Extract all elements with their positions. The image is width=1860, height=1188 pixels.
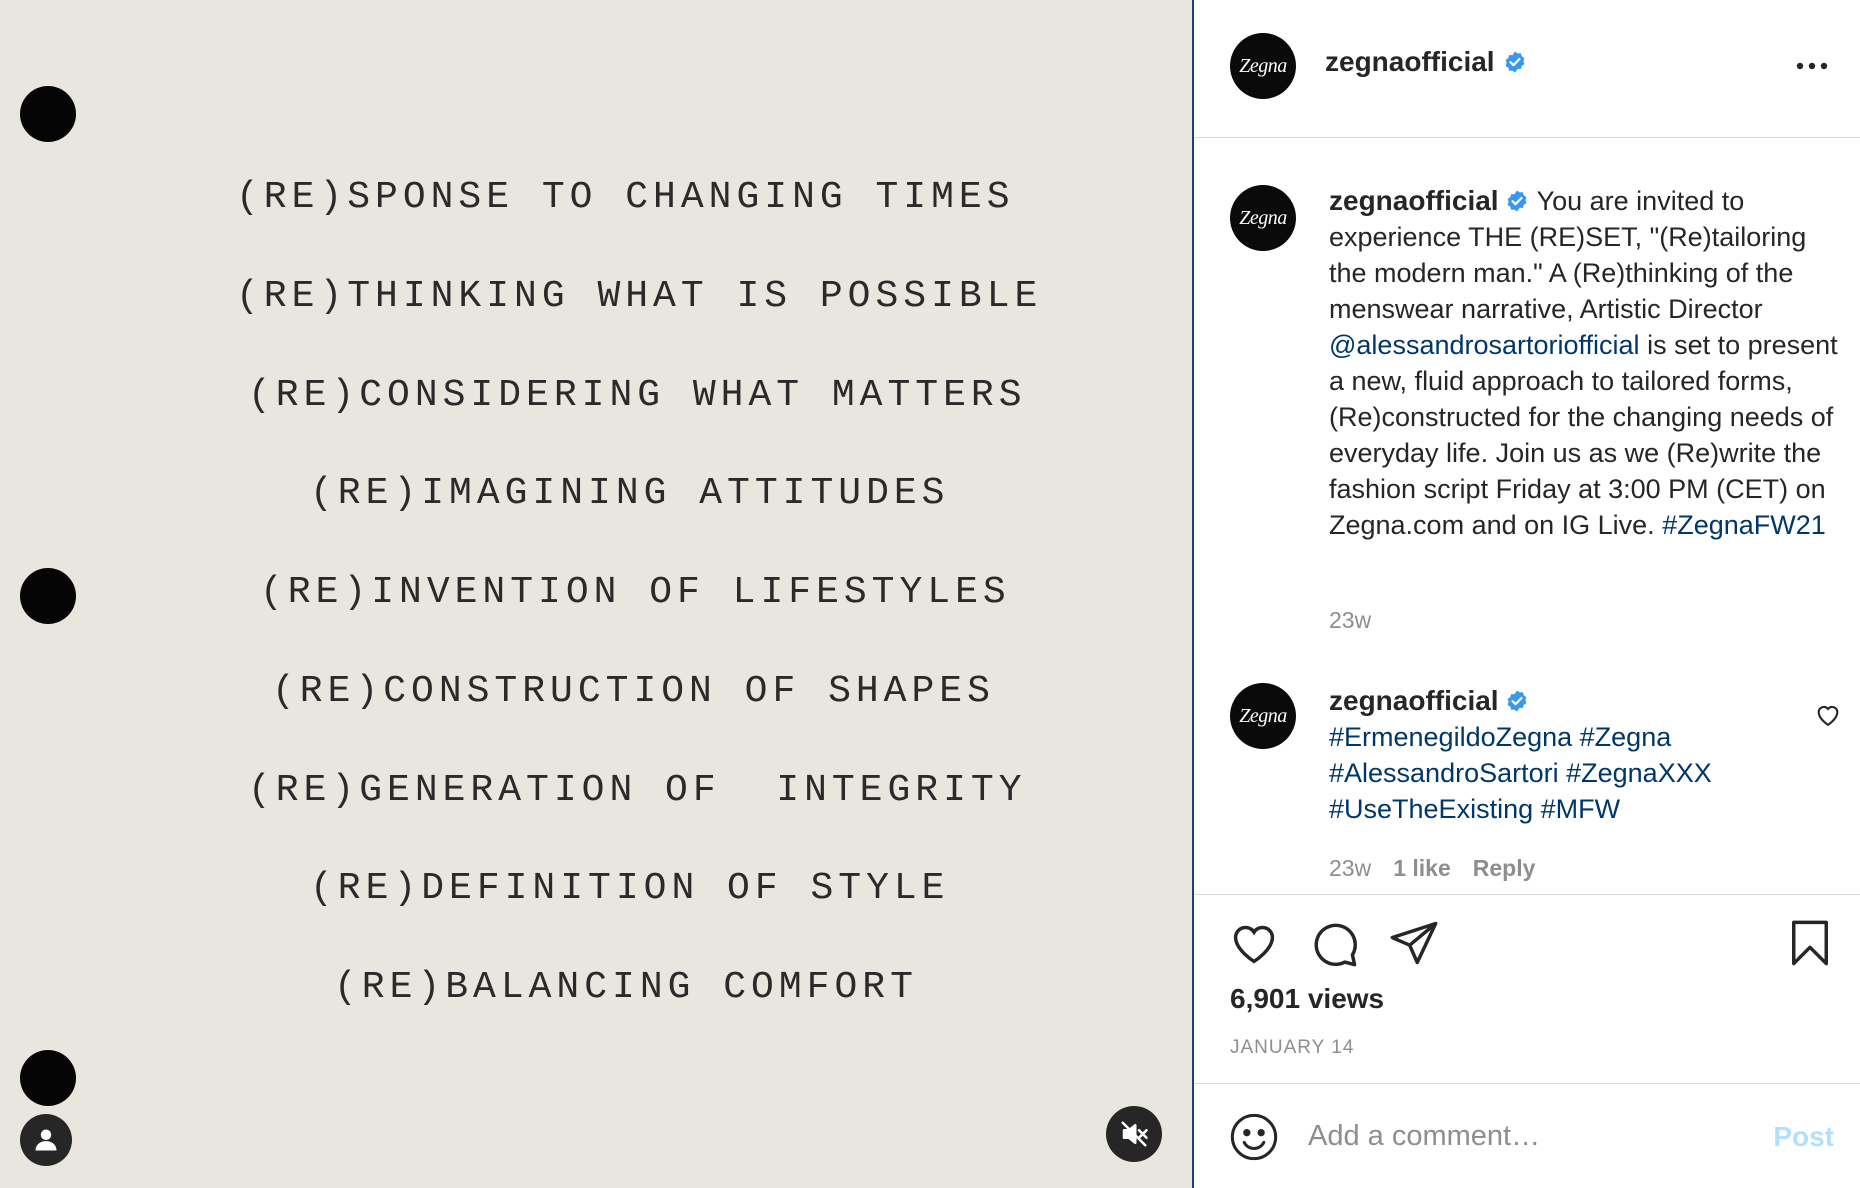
avatar[interactable]: Zegna — [1230, 185, 1296, 251]
save-bookmark-icon[interactable] — [1784, 917, 1836, 969]
hashtag-link[interactable]: #AlessandroSartori #ZegnaXXX — [1329, 755, 1839, 791]
mute-toggle-button[interactable] — [1106, 1106, 1162, 1162]
more-dots-icon — [1796, 62, 1828, 70]
typed-line: (RE)THINKING WHAT IS POSSIBLE — [236, 275, 1043, 318]
comment-input[interactable] — [1308, 1113, 1688, 1159]
post-comment-button[interactable]: Post — [1773, 1121, 1834, 1153]
typed-line: (RE)BALANCING COMFORT — [334, 966, 918, 1009]
caption-timestamp[interactable]: 23w — [1329, 607, 1371, 633]
typed-line: (RE)GENERATION OF INTEGRITY — [248, 769, 1027, 812]
typed-line: (RE)IMAGINING ATTITUDES — [310, 472, 950, 515]
post-details-panel: Zegna zegnaofficial Zegna zegnaofficial … — [1192, 0, 1860, 1188]
typed-line: (RE)DEFINITION OF STYLE — [310, 867, 950, 910]
post-media[interactable]: (RE)SPONSE TO CHANGING TIMES (RE)THINKIN… — [0, 0, 1192, 1188]
post-header: Zegna zegnaofficial — [1194, 0, 1860, 138]
comment-meta: 23w 1 like Reply — [1329, 855, 1557, 882]
caption-meta: 23w — [1329, 607, 1393, 634]
typed-line: (RE)CONSTRUCTION OF SHAPES — [272, 670, 995, 713]
action-bar: 6,901 views JANUARY 14 — [1194, 894, 1860, 1084]
comment-username[interactable]: zegnaofficial — [1329, 685, 1499, 716]
mention-link[interactable]: @alessandrosartoriofficial — [1329, 330, 1640, 360]
like-heart-icon[interactable] — [1228, 917, 1280, 969]
like-comment-heart-icon[interactable] — [1814, 701, 1842, 729]
reply-button[interactable]: Reply — [1473, 855, 1536, 881]
hashtag-link[interactable]: #UseTheExisting #MFW — [1329, 791, 1839, 827]
typed-text-block: (RE)SPONSE TO CHANGING TIMES (RE)THINKIN… — [0, 0, 1192, 1188]
post-date[interactable]: JANUARY 14 — [1230, 1037, 1354, 1059]
share-send-icon[interactable] — [1388, 917, 1440, 969]
hashtag-link[interactable]: #ZegnaFW21 — [1662, 510, 1826, 540]
verified-badge-icon — [1507, 190, 1526, 212]
caption-text: zegnaofficial You are invited to experie… — [1329, 183, 1839, 543]
comment-bubble-icon[interactable] — [1308, 917, 1360, 969]
more-options-button[interactable] — [1790, 48, 1834, 84]
typed-line: (RE)SPONSE TO CHANGING TIMES — [236, 176, 1015, 219]
comment-text: zegnaofficial #ErmenegildoZegna #Zegna #… — [1329, 683, 1839, 827]
caption-username[interactable]: zegnaofficial — [1329, 185, 1499, 216]
comment-likes[interactable]: 1 like — [1393, 855, 1451, 881]
view-count[interactable]: 6,901 views — [1230, 983, 1384, 1015]
verified-badge-icon — [1507, 690, 1526, 712]
emoji-icon[interactable] — [1228, 1111, 1280, 1163]
typed-line: (RE)INVENTION OF LIFESTYLES — [260, 571, 1011, 614]
username-link[interactable]: zegnaofficial — [1325, 46, 1495, 77]
hashtag-link[interactable]: #ErmenegildoZegna #Zegna — [1329, 719, 1839, 755]
add-comment-bar: Post — [1194, 1083, 1860, 1188]
header-username[interactable]: zegnaofficial — [1325, 46, 1527, 78]
caption-body: is set to present a new, fluid approach … — [1329, 330, 1838, 540]
verified-badge-icon — [1505, 51, 1524, 73]
tagged-users-button[interactable] — [20, 1114, 72, 1166]
avatar[interactable]: Zegna — [1230, 33, 1296, 99]
user-icon — [35, 1129, 57, 1151]
comment-timestamp[interactable]: 23w — [1329, 855, 1371, 881]
avatar[interactable]: Zegna — [1230, 683, 1296, 749]
speaker-muted-icon — [1121, 1121, 1148, 1147]
typed-line: (RE)CONSIDERING WHAT MATTERS — [248, 374, 1027, 417]
